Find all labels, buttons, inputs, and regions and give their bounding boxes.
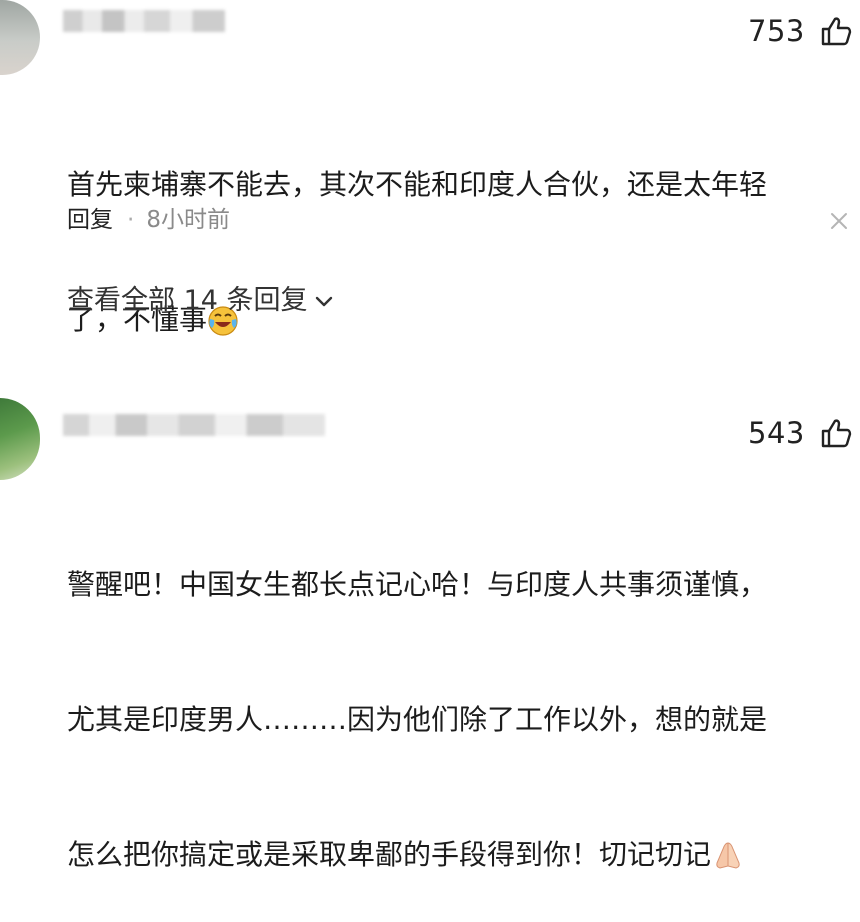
comment-line: 警醒吧！中国女生都长点记心哈！与印度人共事须谨慎，: [67, 568, 768, 601]
reply-link[interactable]: 回复: [67, 207, 113, 233]
thumbs-up-icon[interactable]: [820, 418, 852, 448]
timestamp: 8小时前: [146, 207, 230, 233]
like-count: 543: [748, 416, 805, 450]
avatar[interactable]: [0, 0, 40, 75]
praying-hands-emoji: [716, 842, 740, 869]
thumbs-up-icon[interactable]: [820, 16, 852, 46]
close-icon[interactable]: [828, 210, 850, 232]
comment-line: 尤其是印度男人………因为他们除了工作以外，想的就是: [67, 703, 768, 736]
comment-meta: 回复 · 8小时前: [67, 200, 230, 234]
chevron-down-icon: [315, 296, 332, 306]
like-count: 753: [748, 14, 805, 48]
comment-line-with-emoji: 怎么把你搞定或是采取卑鄙的手段得到你！切记切记: [67, 832, 847, 877]
view-replies-label: 查看全部 14 条回复: [67, 285, 308, 316]
comment-text: 警醒吧！中国女生都长点记心哈！与印度人共事须谨慎， 尤其是印度男人………因为他们…: [67, 472, 847, 922]
avatar[interactable]: [0, 398, 40, 480]
username-obscured[interactable]: [63, 414, 325, 436]
view-all-replies-link[interactable]: 查看全部 14 条回复: [67, 278, 334, 317]
separator-dot: ·: [127, 207, 135, 233]
comment-line: 怎么把你搞定或是采取卑鄙的手段得到你！切记切记: [67, 838, 712, 871]
username-obscured[interactable]: [63, 10, 225, 32]
